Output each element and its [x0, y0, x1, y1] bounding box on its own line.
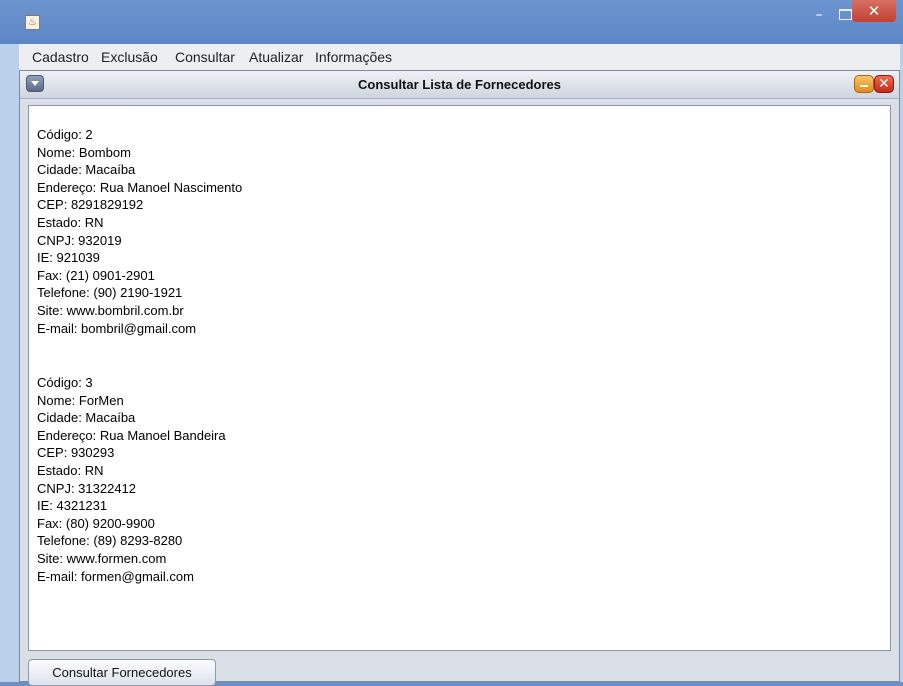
supplier-record: Código: 3 Nome: ForMen Cidade: Macaíba E… — [37, 374, 226, 585]
menu-atualizar[interactable]: Atualizar — [249, 49, 303, 65]
supplier-field: Fax: (21) 0901-2901 — [37, 267, 155, 283]
menu-cadastro[interactable]: Cadastro — [32, 49, 89, 65]
minimize-button[interactable]: – — [806, 0, 832, 30]
java-icon: ♨ — [25, 15, 40, 30]
supplier-field: Estado: RN — [37, 214, 104, 230]
supplier-field: Cidade: Macaíba — [37, 410, 136, 426]
internal-frame: Consultar Lista de Fornecedores ✕ Código… — [19, 70, 900, 686]
minimize-icon — [860, 85, 868, 87]
supplier-field: E-mail: bombril@gmail.com — [37, 320, 197, 336]
internal-minimize-button[interactable] — [854, 75, 874, 93]
maximize-icon — [839, 9, 852, 20]
close-button[interactable]: ✕ — [852, 0, 896, 22]
supplier-field: Site: www.bombril.com.br — [37, 302, 184, 318]
supplier-field: Fax: (80) 9200-9900 — [37, 515, 155, 531]
suppliers-text-area[interactable]: Código: 2 Nome: Bombom Cidade: Macaíba E… — [28, 105, 891, 651]
supplier-record: Código: 2 Nome: Bombom Cidade: Macaíba E… — [37, 126, 242, 337]
supplier-field: Estado: RN — [37, 462, 104, 478]
supplier-field: Nome: ForMen — [37, 392, 124, 408]
supplier-field: Nome: Bombom — [37, 144, 131, 160]
supplier-field: Telefone: (90) 2190-1921 — [37, 285, 183, 301]
menu-consultar[interactable]: Consultar — [175, 49, 235, 65]
supplier-field: Código: 2 — [37, 127, 93, 142]
supplier-field: CEP: 8291829192 — [37, 197, 144, 213]
supplier-field: Endereço: Rua Manoel Nascimento — [37, 179, 243, 195]
supplier-field: IE: 921039 — [37, 250, 100, 266]
internal-frame-titlebar[interactable]: Consultar Lista de Fornecedores ✕ — [20, 71, 899, 99]
supplier-field: Site: www.formen.com — [37, 550, 167, 566]
supplier-field: Código: 3 — [37, 375, 93, 390]
supplier-field: CNPJ: 932019 — [37, 232, 122, 248]
supplier-field: E-mail: formen@gmail.com — [37, 568, 194, 584]
menu-informacoes[interactable]: Informações — [315, 49, 392, 65]
supplier-field: CEP: 930293 — [37, 445, 115, 461]
supplier-field: IE: 4321231 — [37, 498, 108, 514]
supplier-field: Telefone: (89) 8293-8280 — [37, 533, 183, 549]
supplier-field: CNPJ: 31322412 — [37, 480, 137, 496]
internal-frame-title: Consultar Lista de Fornecedores — [358, 77, 561, 92]
menu-bar: Cadastro Exclusão Consultar Atualizar In… — [19, 44, 900, 71]
menu-exclusao[interactable]: Exclusão — [101, 49, 158, 65]
supplier-field: Endereço: Rua Manoel Bandeira — [37, 427, 226, 443]
internal-close-button[interactable]: ✕ — [874, 75, 894, 93]
client-area: Cadastro Exclusão Consultar Atualizar In… — [19, 44, 900, 686]
application-window: ♨ – ✕ Cadastro Exclusão Consultar Atuali… — [0, 0, 903, 686]
window-titlebar[interactable]: ♨ – ✕ — [0, 0, 903, 44]
supplier-field: Cidade: Macaíba — [37, 162, 136, 178]
